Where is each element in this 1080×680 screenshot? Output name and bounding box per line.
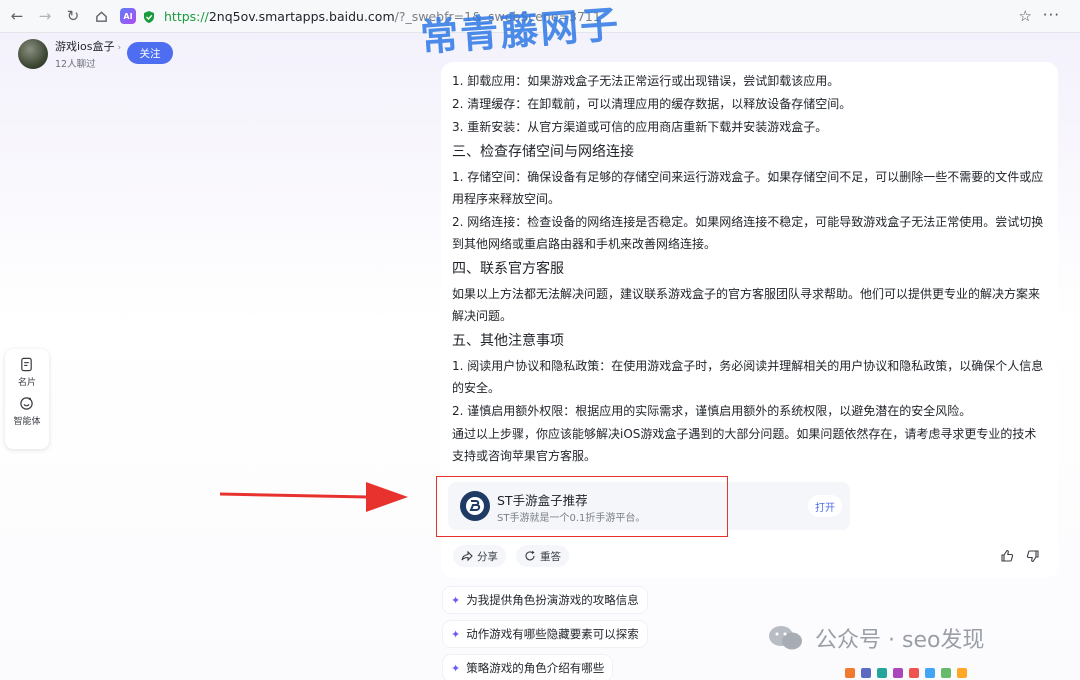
paragraph: 2. 网络连接：检查设备的网络连接是否稳定。如果网络连接不稳定，可能导致游戏盒子… [452,215,1044,251]
section-heading: 五、其他注意事项 [452,333,564,349]
paragraph: 3. 重新安装：从官方渠道或可信的应用商店重新下载并安装游戏盒子。 [452,120,828,134]
ai-assistant-icon[interactable]: AI [120,8,136,24]
paragraph: 如果以上方法都无法解决问题，建议联系游戏盒子的官方客服团队寻求帮助。他们可以提供… [452,287,1041,323]
forward-icon[interactable]: → [34,5,56,27]
bookmark-star-icon[interactable]: ☆ [1019,7,1032,25]
follow-button[interactable]: 关注 [127,42,173,64]
paragraph: 通过以上步骤，你应该能够解决iOS游戏盒子遇到的大部分问题。如果问题依然存在，请… [452,427,1037,463]
chevron-right-icon: › [117,43,122,53]
reload-icon[interactable]: ↻ [62,5,84,27]
paragraph: 1. 存储空间：确保设备有足够的存储空间来运行游戏盒子。如果存储空间不足，可以删… [452,170,1044,206]
paragraph: 1. 卸载应用：如果游戏盒子无法正常运行或出现错误，尝试卸载该应用。 [452,74,840,88]
sparkle-icon: ✦ [451,661,461,675]
secure-shield-icon [144,10,154,23]
paragraph: 2. 清理缓存：在卸载前，可以清理应用的缓存数据，以释放设备存储空间。 [452,97,852,111]
taskbar-icon[interactable] [893,668,903,678]
back-icon[interactable]: ← [6,5,28,27]
card-icon [21,357,33,372]
taskbar-icon[interactable] [845,668,855,678]
wechat-icon [769,626,802,650]
taskbar-icon[interactable] [861,668,871,678]
side-item-card[interactable]: 名片 [18,357,36,388]
side-item-agent[interactable]: 智能体 [13,396,41,427]
taskbar-icon[interactable] [877,668,887,678]
side-panel: 名片 智能体 [5,349,49,449]
share-icon [461,550,473,562]
annotation-arrow-icon [219,482,408,512]
section-heading: 三、检查存储空间与网络连接 [452,144,634,160]
profile-header[interactable]: 游戏ios盒子 › 12人聊过 [18,38,121,70]
answer-content: 1. 卸载应用：如果游戏盒子无法正常运行或出现错误，尝试卸载该应用。 2. 清理缓… [452,70,1048,468]
taskbar-icon[interactable] [909,668,919,678]
home-icon[interactable] [90,5,112,27]
avatar[interactable] [18,39,48,69]
suggestion-item[interactable]: ✦ 策略游戏的角色介绍有哪些 [443,655,613,680]
thumbs-up-icon[interactable] [995,545,1019,567]
profile-name: 游戏ios盒子 › [55,40,122,53]
share-button[interactable]: 分享 [453,545,506,567]
refresh-icon [525,550,535,561]
taskbar-icon[interactable] [941,668,951,678]
thumbs-down-icon[interactable] [1021,545,1045,567]
section-heading: 四、联系官方客服 [452,261,564,277]
taskbar-icon[interactable] [957,668,967,678]
paragraph: 1. 阅读用户协议和隐私政策：在使用游戏盒子时，务必阅读并理解相关的用户协议和隐… [452,359,1044,395]
taskbar-icon[interactable] [925,668,935,678]
profile-subtitle: 12人聊过 [55,59,96,70]
regenerate-button[interactable]: 重答 [516,545,569,567]
paragraph: 2. 谨慎启用额外权限：根据应用的实际需求，谨慎启用额外的系统权限，以避免潜在的… [452,404,972,418]
open-app-button[interactable]: 打开 [808,495,842,517]
taskbar-strip [845,666,1080,680]
suggestion-item[interactable]: ✦ 动作游戏有哪些隐藏要素可以探索 [443,621,647,647]
more-menu-icon[interactable]: ··· [1043,6,1060,24]
suggestion-item[interactable]: ✦ 为我提供角色扮演游戏的攻略信息 [443,587,647,613]
agent-icon [20,397,34,410]
sparkle-icon: ✦ [451,627,461,641]
wechat-watermark: 公众号 · seo发现 [767,622,984,654]
sparkle-icon: ✦ [451,593,461,607]
annotation-highlight-box [436,476,728,537]
